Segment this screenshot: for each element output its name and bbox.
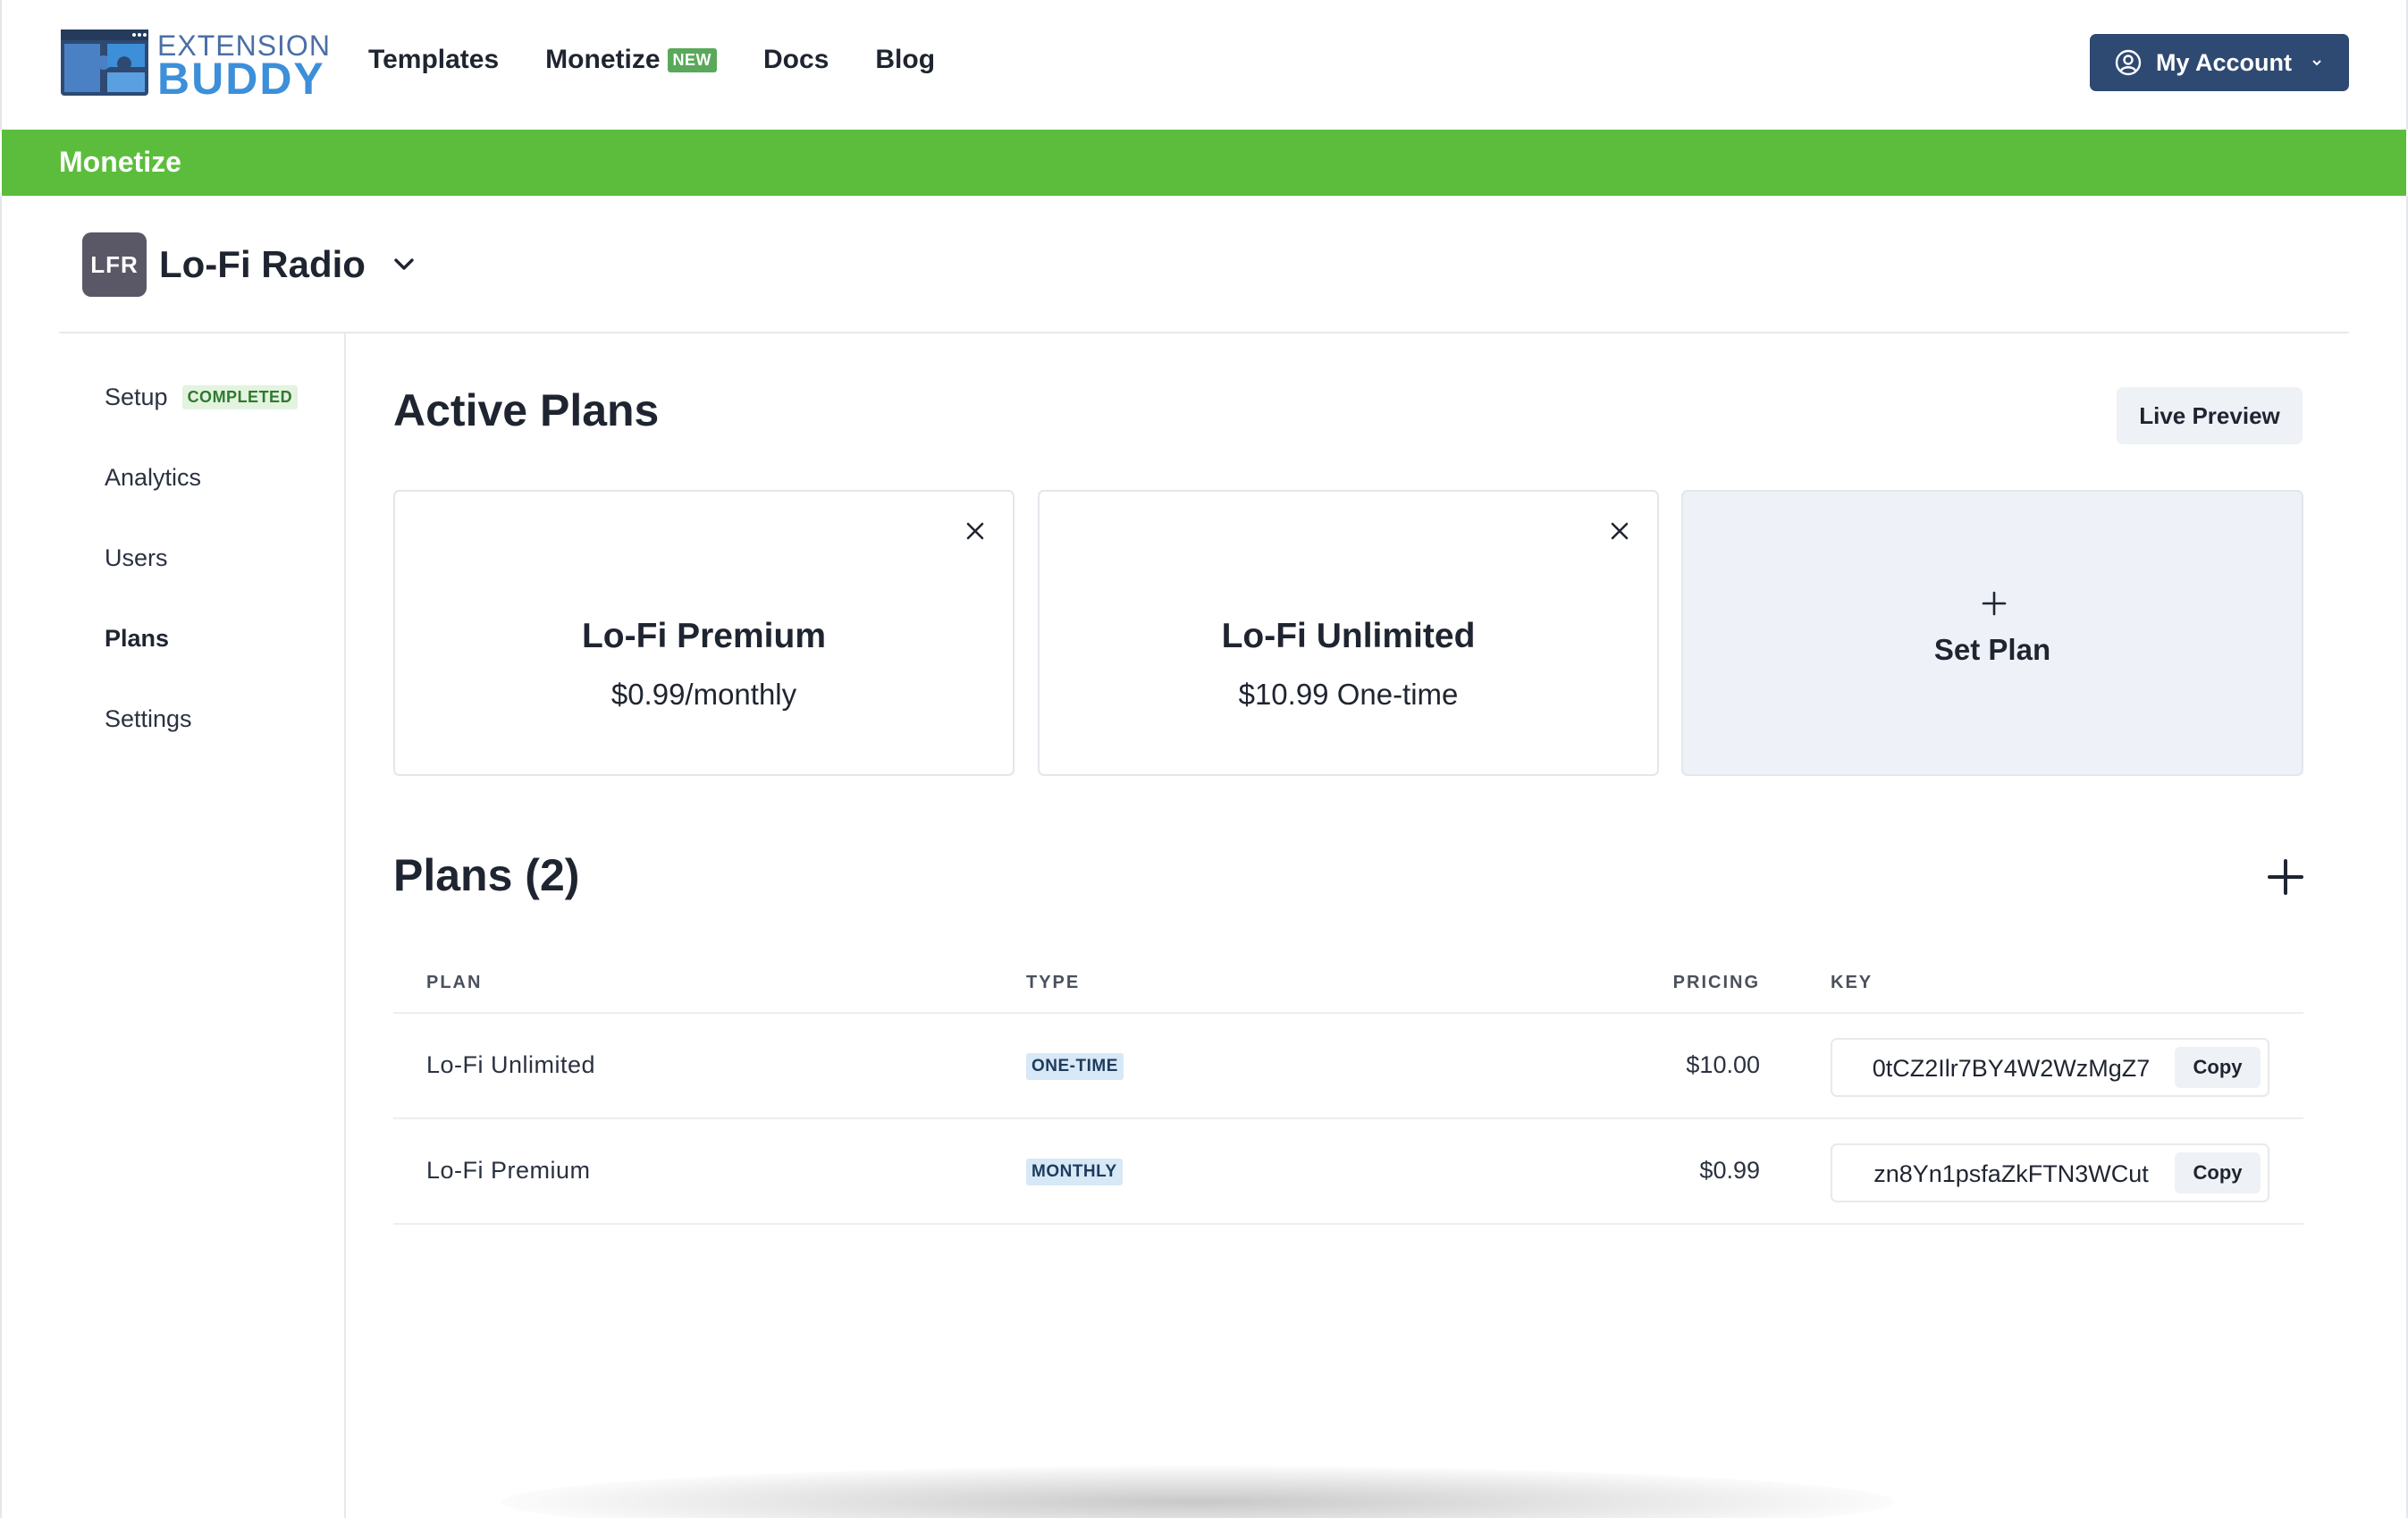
sidebar-divider xyxy=(344,333,346,1518)
sidebar-item-label: Settings xyxy=(105,704,192,732)
plan-key-field[interactable]: zn8Yn1psfaZkFTN3WCut Copy xyxy=(1831,1143,2269,1202)
sidebar-item-plans[interactable]: Plans xyxy=(105,617,298,660)
extension-buddy-logo[interactable]: EXTENSION BUDDY xyxy=(61,30,330,104)
puzzle-logo-icon xyxy=(61,30,148,96)
nav-monetize-label: Monetize xyxy=(545,45,661,74)
top-navigation: EXTENSION BUDDY Templates Monetize NEW Do… xyxy=(0,0,2408,130)
section-title: Monetize xyxy=(59,146,181,178)
active-plans-heading: Active Plans xyxy=(393,385,660,435)
nav-blog-label: Blog xyxy=(875,45,936,74)
plan-price-cell: $0.99 xyxy=(1699,1157,1760,1184)
section-bar: Monetize xyxy=(2,130,2406,196)
my-account-label: My Account xyxy=(2155,48,2292,76)
plan-price: $0.99/monthly xyxy=(610,678,797,711)
sidebar-item-label: Setup xyxy=(105,383,168,410)
close-icon[interactable] xyxy=(1607,519,1632,544)
sidebar: Setup COMPLETED Analytics Users Plans Se… xyxy=(105,375,299,778)
nav-blog[interactable]: Blog xyxy=(875,45,935,75)
plan-price-cell: $10.00 xyxy=(1686,1051,1760,1078)
table-header: PLAN TYPE PRICING KEY xyxy=(393,960,2303,1014)
sidebar-item-analytics[interactable]: Analytics xyxy=(105,456,298,499)
nav-templates[interactable]: Templates xyxy=(368,45,499,75)
nav-templates-label: Templates xyxy=(368,45,500,74)
copy-key-button[interactable]: Copy xyxy=(2175,1047,2261,1088)
sidebar-item-label: Users xyxy=(105,544,168,571)
frame-border-left xyxy=(0,196,2,1518)
new-badge: NEW xyxy=(667,47,718,72)
user-circle-icon xyxy=(2115,49,2142,76)
plan-name: Lo-Fi Unlimited xyxy=(1221,617,1476,655)
plan-type-badge: ONE-TIME xyxy=(1026,1053,1124,1080)
sidebar-item-label: Plans xyxy=(105,624,170,652)
sidebar-item-label: Analytics xyxy=(105,463,202,491)
sidebar-item-settings[interactable]: Settings xyxy=(105,697,298,740)
extension-avatar: LFR xyxy=(82,232,147,297)
column-header-key: KEY xyxy=(1831,973,1873,992)
table-row[interactable]: Lo-Fi Premium MONTHLY $0.99 zn8Yn1psfaZk… xyxy=(393,1119,2303,1225)
nav-monetize[interactable]: Monetize NEW xyxy=(545,45,718,75)
plan-key-field[interactable]: 0tCZ2Ilr7BY4W2WzMgZ7 Copy xyxy=(1831,1038,2269,1097)
set-plan-card[interactable]: Set Plan xyxy=(1681,490,2303,776)
main-nav: Templates Monetize NEW Docs Blog xyxy=(368,45,981,75)
active-plan-card: Lo-Fi Premium $0.99/monthly xyxy=(393,490,1015,776)
extension-name: Lo-Fi Radio xyxy=(159,243,366,285)
active-plan-card: Lo-Fi Unlimited $10.99 One-time xyxy=(1038,490,1659,776)
logo-text-bottom: BUDDY xyxy=(157,54,325,104)
plan-type-badge: MONTHLY xyxy=(1026,1159,1123,1185)
plan-key-text: 0tCZ2Ilr7BY4W2WzMgZ7 xyxy=(1872,1055,2151,1082)
plan-name: Lo-Fi Premium xyxy=(581,617,827,655)
add-plan-plus-icon[interactable] xyxy=(2267,858,2304,896)
plan-price: $10.99 One-time xyxy=(1238,678,1459,711)
copy-key-button[interactable]: Copy xyxy=(2175,1152,2261,1193)
chevron-down-icon xyxy=(394,258,414,270)
plans-table: PLAN TYPE PRICING KEY Lo-Fi Unlimited ON… xyxy=(393,960,2303,1225)
nav-docs-label: Docs xyxy=(763,45,829,74)
column-header-plan: PLAN xyxy=(426,973,483,992)
table-row[interactable]: Lo-Fi Unlimited ONE-TIME $10.00 0tCZ2Ilr… xyxy=(393,1014,2303,1119)
my-account-button[interactable]: My Account xyxy=(2090,34,2349,91)
chevron-down-icon xyxy=(2312,60,2321,66)
sidebar-item-users[interactable]: Users xyxy=(105,536,298,579)
plus-icon xyxy=(1982,591,2007,616)
set-plan-label: Set Plan xyxy=(1933,633,2051,666)
column-header-pricing: PRICING xyxy=(1672,973,1760,992)
live-preview-button[interactable]: Live Preview xyxy=(2117,387,2303,444)
plan-key-text: zn8Yn1psfaZkFTN3WCut xyxy=(1873,1160,2149,1187)
nav-docs[interactable]: Docs xyxy=(763,45,829,75)
sidebar-item-setup[interactable]: Setup COMPLETED xyxy=(105,375,299,418)
completed-badge: COMPLETED xyxy=(181,384,299,409)
bottom-shadow xyxy=(501,1466,1895,1518)
header-divider xyxy=(59,332,2349,333)
extension-selector[interactable]: LFR Lo-Fi Radio xyxy=(82,232,419,297)
plan-name-cell: Lo-Fi Premium xyxy=(426,1157,591,1184)
column-header-type: TYPE xyxy=(1026,973,1081,992)
plan-name-cell: Lo-Fi Unlimited xyxy=(426,1051,596,1078)
plans-heading: Plans (2) xyxy=(393,850,580,900)
close-icon[interactable] xyxy=(963,519,988,544)
